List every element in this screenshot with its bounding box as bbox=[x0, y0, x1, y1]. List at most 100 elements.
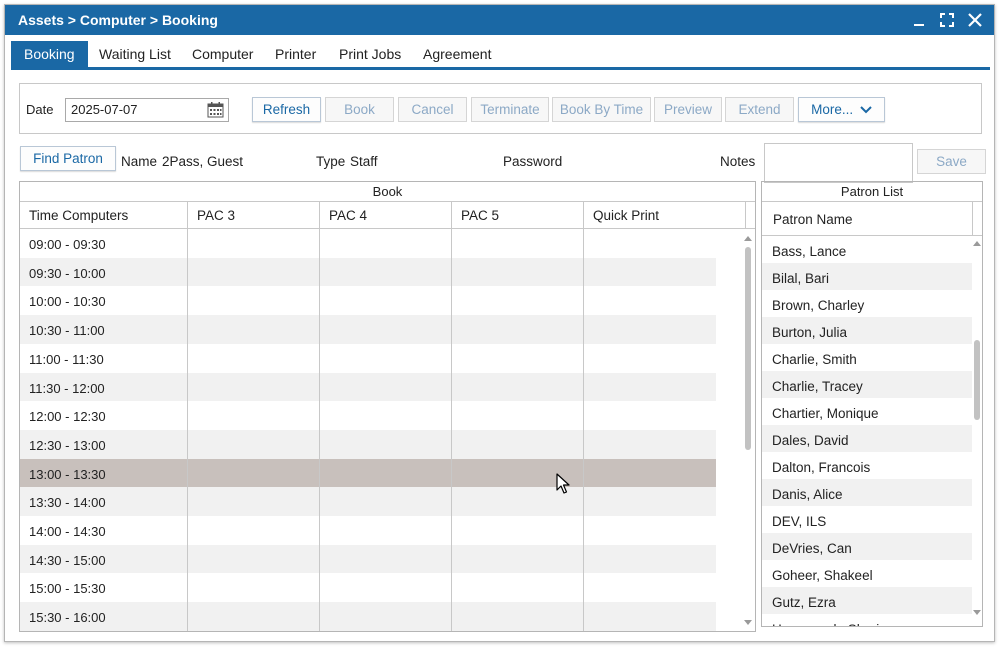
booking-cell[interactable] bbox=[584, 258, 716, 287]
booking-cell[interactable] bbox=[452, 229, 584, 258]
table-row[interactable]: 12:00 - 12:30 bbox=[20, 401, 716, 430]
booking-cell[interactable] bbox=[320, 286, 452, 315]
booking-cell[interactable] bbox=[188, 344, 320, 373]
table-row[interactable]: 11:00 - 11:30 bbox=[20, 344, 716, 373]
list-item[interactable]: Dales, David bbox=[762, 425, 972, 452]
booking-cell[interactable] bbox=[452, 516, 584, 545]
booking-cell[interactable] bbox=[320, 602, 452, 631]
tab-waiting-list[interactable]: Waiting List bbox=[99, 41, 171, 67]
booking-cell[interactable] bbox=[188, 602, 320, 631]
booking-cell[interactable] bbox=[320, 459, 452, 488]
tab-printer[interactable]: Printer bbox=[275, 41, 316, 67]
table-row[interactable]: 10:00 - 10:30 bbox=[20, 286, 716, 315]
tab-agreement[interactable]: Agreement bbox=[423, 41, 491, 67]
column-header-pac4[interactable]: PAC 4 bbox=[320, 202, 452, 228]
booking-cell[interactable] bbox=[320, 401, 452, 430]
list-item[interactable]: Bilal, Bari bbox=[762, 263, 972, 290]
booking-cell[interactable] bbox=[584, 229, 716, 258]
booking-cell[interactable] bbox=[320, 315, 452, 344]
booking-cell[interactable] bbox=[584, 430, 716, 459]
list-item[interactable]: Dalton, Francois bbox=[762, 452, 972, 479]
scroll-down-icon[interactable] bbox=[973, 610, 981, 615]
booking-cell[interactable] bbox=[584, 573, 716, 602]
booking-cell[interactable] bbox=[584, 602, 716, 631]
table-row[interactable]: 10:30 - 11:00 bbox=[20, 315, 716, 344]
booking-cell[interactable] bbox=[584, 286, 716, 315]
booking-cell[interactable] bbox=[188, 459, 320, 488]
booking-cell[interactable] bbox=[452, 373, 584, 402]
booking-cell[interactable] bbox=[188, 430, 320, 459]
scroll-up-icon[interactable] bbox=[973, 241, 981, 246]
booking-cell[interactable] bbox=[320, 430, 452, 459]
list-item[interactable]: Charlie, Smith bbox=[762, 344, 972, 371]
booking-cell[interactable] bbox=[584, 401, 716, 430]
booking-cell[interactable] bbox=[452, 401, 584, 430]
tab-computer[interactable]: Computer bbox=[192, 41, 253, 67]
booking-cell[interactable] bbox=[452, 430, 584, 459]
scroll-up-icon[interactable] bbox=[744, 236, 752, 241]
terminate-button[interactable]: Terminate bbox=[471, 97, 549, 122]
close-icon[interactable] bbox=[965, 10, 985, 30]
booking-cell[interactable] bbox=[452, 344, 584, 373]
calendar-icon[interactable] bbox=[207, 101, 224, 118]
booking-cell[interactable] bbox=[584, 487, 716, 516]
list-item[interactable]: Charlie, Tracey bbox=[762, 371, 972, 398]
booking-cell[interactable] bbox=[584, 344, 716, 373]
booking-cell[interactable] bbox=[320, 573, 452, 602]
booking-cell[interactable] bbox=[320, 516, 452, 545]
cancel-button[interactable]: Cancel bbox=[398, 97, 467, 122]
list-item[interactable]: Bass, Lance bbox=[762, 236, 972, 263]
booking-cell[interactable] bbox=[584, 315, 716, 344]
column-header-quick-print[interactable]: Quick Print bbox=[584, 202, 746, 228]
list-item[interactable]: DeVries, Can bbox=[762, 533, 972, 560]
booking-cell[interactable] bbox=[188, 286, 320, 315]
extend-button[interactable]: Extend bbox=[725, 97, 794, 122]
booking-cell[interactable] bbox=[188, 258, 320, 287]
list-item[interactable]: DEV, ILS bbox=[762, 506, 972, 533]
booking-cell[interactable] bbox=[320, 258, 452, 287]
column-header-patron-name[interactable]: Patron Name bbox=[762, 202, 973, 235]
list-item[interactable]: Goheer, Shakeel bbox=[762, 560, 972, 587]
booking-cell[interactable] bbox=[320, 487, 452, 516]
notes-field[interactable] bbox=[764, 143, 913, 183]
scroll-down-icon[interactable] bbox=[744, 620, 752, 625]
table-row[interactable]: 09:30 - 10:00 bbox=[20, 257, 716, 287]
column-header-time[interactable]: Time Computers bbox=[20, 202, 188, 228]
booking-cell[interactable] bbox=[188, 545, 320, 574]
table-row[interactable]: 13:30 - 14:00 bbox=[20, 487, 716, 516]
table-row[interactable]: 14:00 - 14:30 bbox=[20, 516, 716, 545]
booking-cell[interactable] bbox=[584, 459, 716, 488]
booking-cell[interactable] bbox=[452, 258, 584, 287]
list-item[interactable]: Herasymuk, Sheri bbox=[762, 614, 972, 626]
booking-cell[interactable] bbox=[452, 315, 584, 344]
list-item[interactable]: Brown, Charley bbox=[762, 290, 972, 317]
table-row[interactable]: 11:30 - 12:00 bbox=[20, 372, 716, 402]
tab-print-jobs[interactable]: Print Jobs bbox=[339, 41, 401, 67]
booking-cell[interactable] bbox=[320, 344, 452, 373]
booking-cell[interactable] bbox=[188, 315, 320, 344]
booking-cell[interactable] bbox=[188, 229, 320, 258]
booking-cell[interactable] bbox=[452, 602, 584, 631]
tab-booking[interactable]: Booking bbox=[11, 41, 88, 67]
booking-cell[interactable] bbox=[584, 516, 716, 545]
booking-cell[interactable] bbox=[320, 545, 452, 574]
book-by-time-button[interactable]: Book By Time bbox=[552, 97, 651, 122]
table-row[interactable]: 15:30 - 16:00 bbox=[20, 602, 716, 631]
maximize-icon[interactable] bbox=[937, 10, 957, 30]
booking-cell[interactable] bbox=[320, 373, 452, 402]
patron-scrollbar[interactable] bbox=[971, 236, 982, 626]
booking-cell[interactable] bbox=[188, 573, 320, 602]
list-item[interactable]: Gutz, Ezra bbox=[762, 587, 972, 614]
booking-cell[interactable] bbox=[584, 545, 716, 574]
save-button[interactable]: Save bbox=[917, 149, 986, 174]
book-button[interactable]: Book bbox=[325, 97, 394, 122]
refresh-button[interactable]: Refresh bbox=[252, 97, 321, 122]
table-row[interactable]: 12:30 - 13:00 bbox=[20, 429, 716, 459]
scroll-thumb[interactable] bbox=[745, 247, 751, 450]
table-row[interactable]: 13:00 - 13:30 bbox=[20, 458, 716, 488]
booking-cell[interactable] bbox=[188, 516, 320, 545]
booking-cell[interactable] bbox=[188, 401, 320, 430]
booking-cell[interactable] bbox=[452, 573, 584, 602]
book-scrollbar[interactable] bbox=[742, 229, 754, 631]
find-patron-button[interactable]: Find Patron bbox=[20, 146, 116, 171]
